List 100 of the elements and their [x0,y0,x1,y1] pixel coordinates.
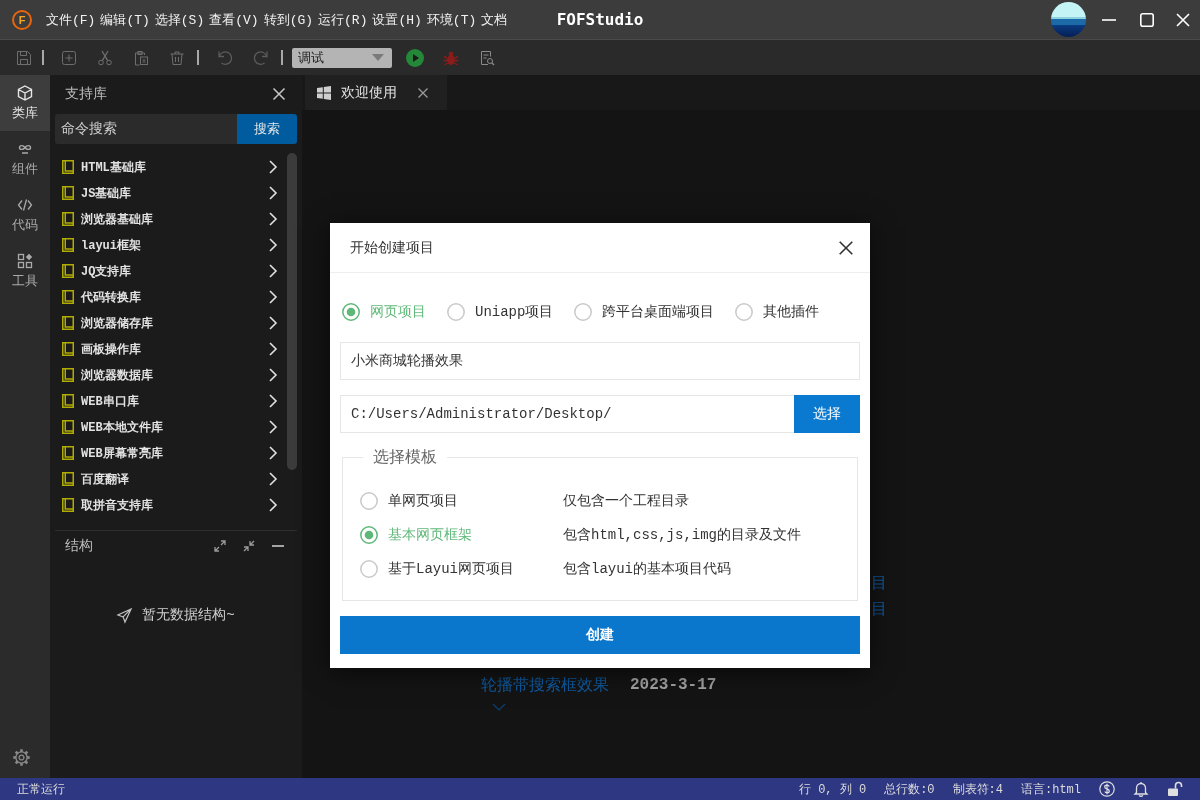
play-icon[interactable] [406,48,424,67]
sidebar-tab[interactable]: 工具 [0,243,50,299]
library-item[interactable]: 代码转换库 [55,284,287,310]
option-description: 包含html,css,js,img的目录及文件 [563,526,803,544]
project-date: 2023-3-17 [630,676,717,694]
apps-icon [17,252,33,269]
chevron-right-icon [269,420,277,434]
radio-option[interactable]: 单网页项目 [360,492,458,510]
chevron-right-icon [269,368,277,382]
undo-icon[interactable] [217,49,233,66]
library-item[interactable]: 取拼音支持库 [55,492,287,518]
window-tiles-icon [317,85,331,100]
floppy-icon[interactable] [16,49,32,66]
library-item[interactable]: 浏览器基础库 [55,206,287,232]
library-item[interactable]: HTML基础库 [55,154,287,180]
status-item: 行 0, 列 0 [798,781,867,798]
sidebar-tab[interactable]: 类库 [0,75,50,131]
chevron-right-icon [269,498,277,512]
expand-icon[interactable] [214,540,226,552]
status-item: 语言:html [1021,781,1081,798]
path-field[interactable]: C:/Users/Administrator/Desktop/ [340,395,794,433]
dialog-title: 开始创建项目 [350,238,434,257]
app-logo: F [12,9,32,30]
plus-square-icon[interactable] [61,49,77,66]
menu-item[interactable]: 编辑(T) [100,10,150,29]
paper-plane-icon [117,607,133,623]
menu-item[interactable]: 运行(R) [318,10,368,29]
chevron-right-icon [269,342,277,356]
library-item[interactable]: WEB屏幕常亮库 [55,440,287,466]
chevron-right-icon [269,264,277,278]
window-title: FOFStudio [556,10,644,29]
menu-item[interactable]: 转到(G) [263,10,314,29]
option-description: 包含layui的基本项目代码 [563,560,732,578]
option-description: 仅包含一个工程目录 [563,492,690,510]
caret-icon [372,54,384,61]
scissors-icon[interactable] [97,49,113,66]
trash-icon[interactable] [169,49,185,66]
library-item[interactable]: JS基础库 [55,180,287,206]
radio-option[interactable]: 基于Layui网页项目 [360,560,514,578]
padlock-icon[interactable] [1167,781,1183,797]
radio-option[interactable]: 其他插件 [735,303,820,321]
chevron-right-icon [269,394,277,408]
settings-icon[interactable] [12,748,31,767]
document-search-icon[interactable] [479,49,495,66]
panel-title: 结构 [65,537,94,555]
editor-tab[interactable]: 欢迎使用 [305,75,447,110]
name-field[interactable]: 小米商城轮播效果 [340,342,860,380]
book-icon [62,420,74,434]
code-icon [17,196,33,213]
radio-option[interactable]: 跨平台桌面端项目 [574,303,715,321]
status-item: 制表符:4 [952,781,1003,798]
sidebar-tab[interactable]: 代码 [0,187,50,243]
sidebar-tab[interactable]: 组件 [0,131,50,187]
book-icon [62,290,74,304]
book-icon [62,472,74,486]
search-button[interactable]: 搜索 [237,114,297,144]
group-legend: 选择模板 [363,447,447,468]
dollar-icon[interactable] [1099,781,1115,797]
book-icon [62,316,74,330]
status-text: 正常运行 [17,781,66,798]
library-item[interactable]: WEB本地文件库 [55,414,287,440]
library-item[interactable]: WEB串口库 [55,388,287,414]
shrink-icon[interactable] [243,540,255,552]
library-item[interactable]: 画板操作库 [55,336,287,362]
library-item[interactable]: 浏览器储存库 [55,310,287,336]
library-item[interactable]: layui框架 [55,232,287,258]
library-item[interactable]: 百度翻译 [55,466,287,492]
book-icon [62,446,74,460]
chevron-right-icon [269,238,277,252]
minimize-icon[interactable] [1102,18,1116,21]
mode-dropdown[interactable]: 调试 [292,47,392,68]
book-icon [62,368,74,382]
chevron-right-icon [269,212,277,226]
book-icon [62,394,74,408]
menu-item[interactable]: 文档 [481,10,508,29]
menu-item[interactable]: 环境(T) [426,10,477,29]
chevron-right-icon [269,290,277,304]
radio-option[interactable]: Uniapp项目 [447,303,554,321]
menu-item[interactable]: 查看(V) [209,10,259,29]
library-item[interactable]: JQ支持库 [55,258,287,284]
avatar-image[interactable] [1051,2,1086,37]
panel-title: 支持库 [65,85,107,103]
close-icon[interactable] [839,240,853,255]
close-icon[interactable] [418,87,428,98]
create-button[interactable]: 创建 [340,616,860,654]
search-field[interactable]: 命令搜索 [55,114,237,144]
menu-item[interactable]: 文件(F) [46,10,96,29]
empty-message: 暂无数据结构~ [142,606,235,624]
book-icon [62,238,74,252]
browse-button[interactable]: 选择 [794,395,860,433]
menu-item[interactable]: 选择(S) [154,10,205,29]
book-icon [62,264,74,278]
maximize-icon[interactable] [1140,12,1154,27]
redo-icon[interactable] [253,49,269,66]
library-item[interactable]: 浏览器数据库 [55,362,287,388]
scrollbar-thumb[interactable] [287,153,297,470]
clipboard-icon[interactable] [133,49,149,66]
bell-icon[interactable] [1133,781,1149,797]
menu-item[interactable]: 设置(H) [372,10,422,29]
status-item: 总行数:0 [884,781,935,798]
